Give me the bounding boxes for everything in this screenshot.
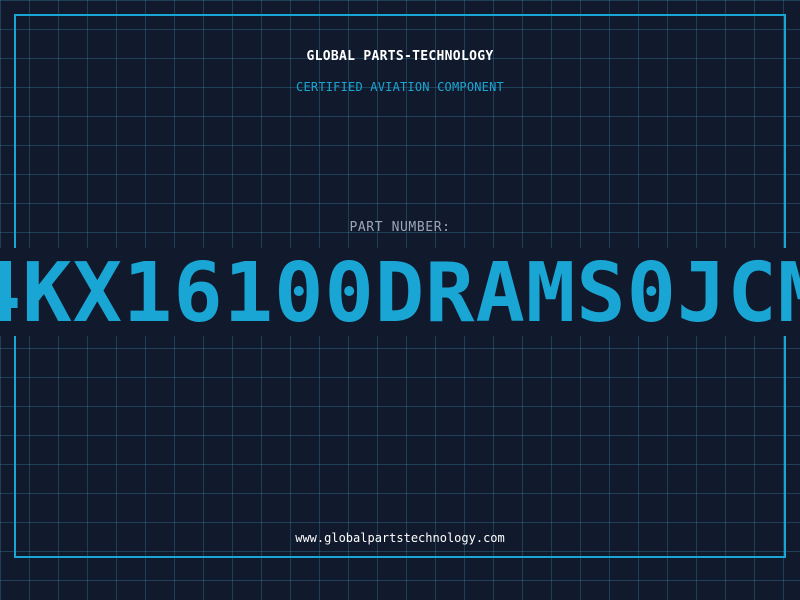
part-number-label: PART NUMBER: [349, 220, 451, 235]
part-number-band: S4KX16100DRAMS0JCM0 [0, 248, 800, 336]
website-link[interactable]: www.globalpartstechnology.com [0, 531, 800, 545]
certification-subtitle: CERTIFIED AVIATION COMPONENT [296, 80, 504, 94]
company-name: GLOBAL PARTS-TECHNOLOGY [306, 49, 494, 64]
part-number-value: S4KX16100DRAMS0JCM0 [0, 248, 800, 337]
